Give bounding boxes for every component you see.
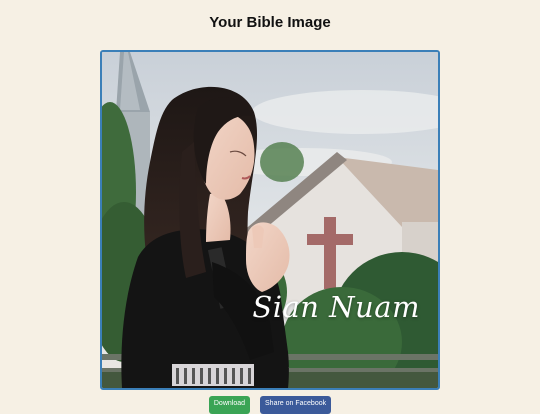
watermark-text: Sian Nuam (252, 290, 420, 324)
bible-image-photo (102, 52, 438, 388)
action-bar: Download Share on Facebook (0, 396, 540, 414)
bible-image: Sian Nuam (100, 50, 440, 390)
share-facebook-button[interactable]: Share on Facebook (260, 396, 332, 414)
download-button[interactable]: Download (208, 396, 251, 414)
page-title: Your Bible Image (209, 14, 331, 31)
